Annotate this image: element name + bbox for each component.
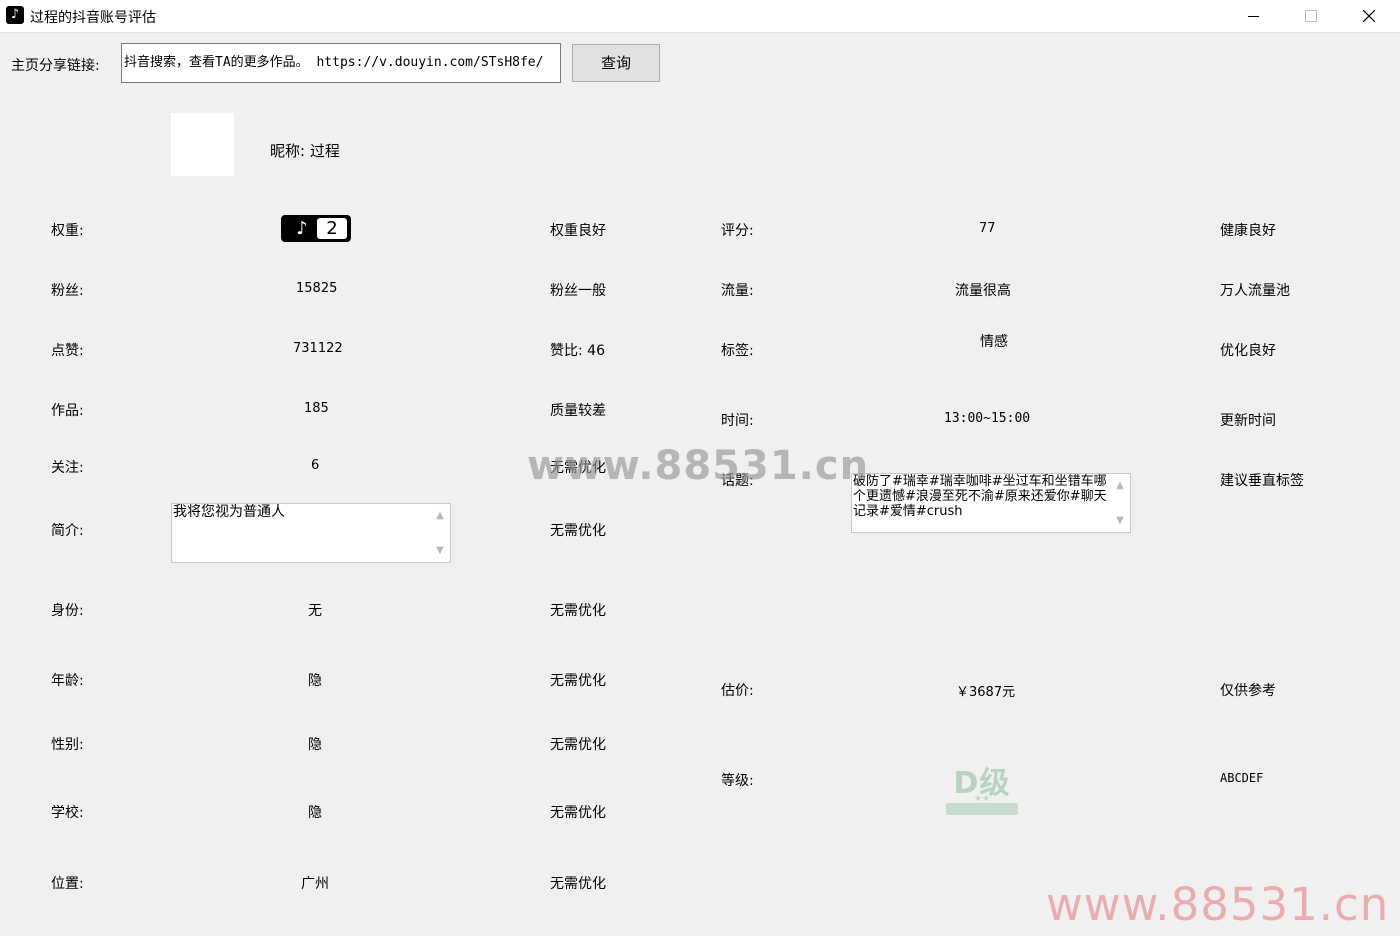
topics-textbox[interactable]: 破防了#瑞幸#瑞幸咖啡#坐过车和坐错车哪个更遗憾#浪漫至死不渝#原来还爱你#聊天… bbox=[851, 473, 1131, 533]
watermark-center: www.88531.cn bbox=[527, 443, 870, 489]
time-label: 时间: bbox=[721, 413, 754, 429]
location-status: 无需优化 bbox=[550, 876, 606, 892]
like-ratio: 赞比: 46 bbox=[550, 343, 605, 359]
identity-status: 无需优化 bbox=[550, 603, 606, 619]
close-icon bbox=[1363, 10, 1375, 22]
fans-status: 粉丝一般 bbox=[550, 283, 606, 299]
gender-status: 无需优化 bbox=[550, 737, 606, 753]
tags-label: 标签: bbox=[721, 343, 754, 359]
topics-scrollbar[interactable]: ▲ ▼ bbox=[1110, 474, 1130, 532]
traffic-label: 流量: bbox=[721, 283, 754, 299]
grade-badge: D级 ★★ bbox=[940, 758, 1024, 820]
valuation-status: 仅供参考 bbox=[1220, 683, 1276, 699]
scroll-down-icon[interactable]: ▼ bbox=[430, 543, 450, 558]
school-label: 学校: bbox=[51, 805, 84, 821]
bio-textbox[interactable]: 我将您视为普通人 ▲ ▼ bbox=[171, 503, 451, 563]
scroll-up-icon[interactable]: ▲ bbox=[1110, 478, 1130, 493]
bio-status: 无需优化 bbox=[550, 523, 606, 539]
score-value: 77 bbox=[979, 221, 996, 236]
works-status: 质量较差 bbox=[550, 403, 606, 419]
title-bar: ♪ 过程的抖音账号评估 bbox=[0, 0, 1400, 33]
likes-value: 731122 bbox=[293, 341, 343, 356]
scroll-down-icon[interactable]: ▼ bbox=[1110, 513, 1130, 528]
grade-label: 等级: bbox=[721, 773, 754, 789]
minimize-icon bbox=[1247, 15, 1259, 17]
douyin-note-icon: ♪ bbox=[296, 218, 308, 239]
score-label: 评分: bbox=[721, 223, 754, 239]
following-label: 关注: bbox=[51, 460, 84, 476]
share-link-label: 主页分享链接: bbox=[11, 58, 100, 74]
location-label: 位置: bbox=[51, 876, 84, 892]
query-button[interactable]: 查询 bbox=[572, 44, 660, 82]
age-status: 无需优化 bbox=[550, 673, 606, 689]
valuation-label: 估价: bbox=[721, 683, 754, 699]
valuation-value: ￥3687元 bbox=[956, 685, 1016, 700]
topics-status: 建议垂直标签 bbox=[1220, 473, 1304, 489]
works-value: 185 bbox=[304, 401, 329, 416]
identity-value: 无 bbox=[308, 603, 322, 619]
weight-label: 权重: bbox=[51, 223, 84, 239]
school-status: 无需优化 bbox=[550, 805, 606, 821]
time-value: 13:00~15:00 bbox=[944, 411, 1031, 426]
avatar bbox=[171, 113, 234, 176]
douyin-icon: ♪ bbox=[6, 6, 24, 24]
likes-label: 点赞: bbox=[51, 343, 84, 359]
school-value: 隐 bbox=[308, 805, 322, 821]
gender-value: 隐 bbox=[308, 737, 322, 753]
fans-value: 15825 bbox=[296, 281, 338, 296]
tags-value: 情感 bbox=[980, 334, 1008, 350]
bio-label: 简介: bbox=[51, 523, 84, 539]
topics-text: 破防了#瑞幸#瑞幸咖啡#坐过车和坐错车哪个更遗憾#浪漫至死不渝#原来还爱你#聊天… bbox=[853, 474, 1107, 519]
identity-label: 身份: bbox=[51, 603, 84, 619]
weight-status: 权重良好 bbox=[550, 223, 606, 239]
traffic-value: 流量很高 bbox=[955, 283, 1011, 299]
location-value: 广州 bbox=[301, 876, 329, 892]
bio-scrollbar[interactable]: ▲ ▼ bbox=[430, 504, 450, 562]
scroll-up-icon[interactable]: ▲ bbox=[430, 508, 450, 523]
tags-status: 优化良好 bbox=[1220, 343, 1276, 359]
works-label: 作品: bbox=[51, 403, 84, 419]
close-button[interactable] bbox=[1340, 0, 1398, 32]
nickname: 昵称: 过程 bbox=[270, 142, 340, 160]
traffic-status: 万人流量池 bbox=[1220, 283, 1290, 299]
window-title: 过程的抖音账号评估 bbox=[30, 10, 156, 26]
age-label: 年龄: bbox=[51, 673, 84, 689]
time-status: 更新时间 bbox=[1220, 413, 1276, 429]
maximize-icon bbox=[1305, 10, 1317, 22]
following-value: 6 bbox=[311, 458, 320, 473]
weight-badge-value: 2 bbox=[317, 218, 347, 239]
watermark-corner: www.88531.cn bbox=[1046, 878, 1390, 931]
age-value: 隐 bbox=[308, 673, 322, 689]
ribbon-icon bbox=[946, 803, 1018, 815]
share-link-input[interactable]: 抖音搜索，查看TA的更多作品。 https://v.douyin.com/STs… bbox=[121, 43, 561, 83]
weight-badge: ♪ 2 bbox=[281, 215, 351, 242]
grade-scale: ABCDEF bbox=[1220, 771, 1264, 785]
gender-label: 性别: bbox=[51, 737, 84, 753]
maximize-button[interactable] bbox=[1282, 0, 1340, 32]
minimize-button[interactable] bbox=[1224, 0, 1282, 32]
bio-text: 我将您视为普通人 bbox=[173, 504, 285, 520]
score-status: 健康良好 bbox=[1220, 223, 1276, 239]
fans-label: 粉丝: bbox=[51, 283, 84, 299]
